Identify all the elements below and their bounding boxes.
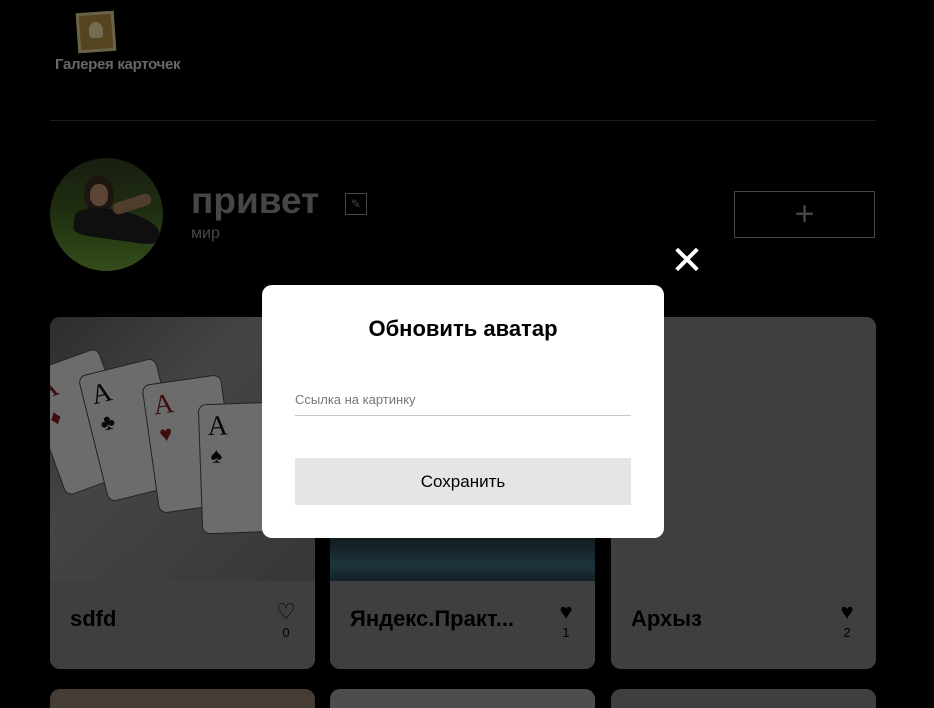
modal-title: Обновить аватар — [368, 316, 558, 341]
update-avatar-modal: Обновить аватар Сохранить — [262, 285, 664, 538]
modal-overlay[interactable]: ✕ Обновить аватар Сохранить — [0, 0, 934, 708]
close-icon[interactable]: ✕ — [670, 241, 704, 281]
save-button[interactable]: Сохранить — [295, 458, 631, 505]
avatar-link-input[interactable] — [295, 384, 631, 416]
